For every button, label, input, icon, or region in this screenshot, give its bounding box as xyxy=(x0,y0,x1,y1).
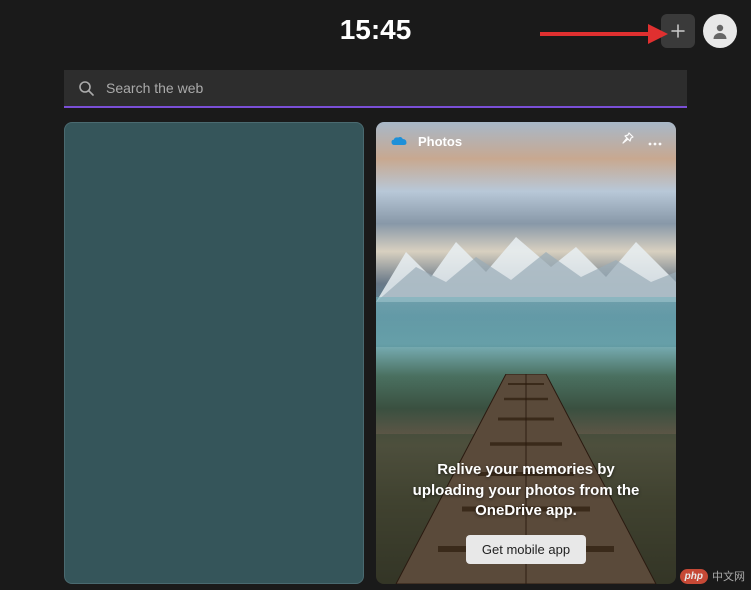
photos-overlay-text: Relive your memories by uploading your p… xyxy=(400,460,652,521)
pin-button[interactable] xyxy=(620,132,634,151)
header-actions xyxy=(661,14,737,48)
watermark-badge: php xyxy=(680,569,708,584)
mountains-decor xyxy=(376,222,676,302)
lake-decor xyxy=(376,297,676,347)
more-button[interactable] xyxy=(648,133,662,151)
photos-widget-card[interactable]: Photos Relive your memories by uploading… xyxy=(376,122,676,584)
header: 15:45 xyxy=(0,0,751,60)
onedrive-icon xyxy=(390,136,408,148)
person-icon xyxy=(710,21,730,41)
more-icon xyxy=(648,142,662,146)
pin-icon xyxy=(620,132,634,146)
watermark: php 中文网 xyxy=(680,568,745,584)
plus-icon xyxy=(670,23,686,39)
photos-card-actions xyxy=(620,132,662,151)
profile-button[interactable] xyxy=(703,14,737,48)
search-input[interactable] xyxy=(106,80,673,96)
search-icon xyxy=(78,80,94,96)
watermark-text: 中文网 xyxy=(712,568,745,584)
add-button[interactable] xyxy=(661,14,695,48)
photos-card-title: Photos xyxy=(418,134,610,149)
photos-card-overlay: Relive your memories by uploading your p… xyxy=(376,460,676,584)
cards-row: Photos Relive your memories by uploading… xyxy=(0,108,751,584)
empty-widget-card[interactable] xyxy=(64,122,364,584)
get-mobile-app-button[interactable]: Get mobile app xyxy=(466,535,586,564)
clock: 15:45 xyxy=(340,14,412,46)
search-bar[interactable] xyxy=(64,70,687,108)
photos-card-header: Photos xyxy=(376,122,676,161)
